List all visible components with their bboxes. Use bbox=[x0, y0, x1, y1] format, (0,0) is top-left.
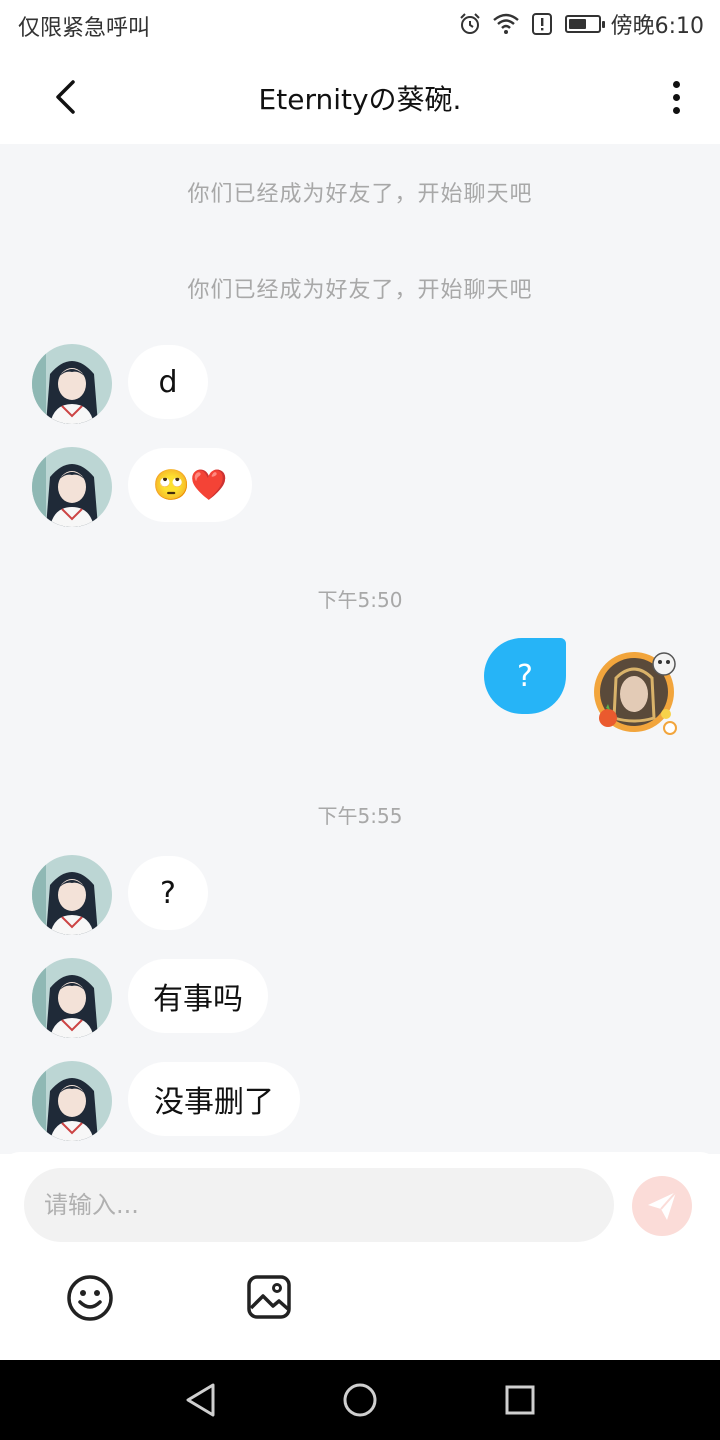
chat-title: Eternityの葵碗. bbox=[258, 83, 462, 116]
contact-avatar[interactable] bbox=[32, 855, 112, 935]
status-bar: 仅限紧急呼叫 傍晚6:10 bbox=[0, 0, 720, 50]
nav-home-button[interactable] bbox=[338, 1378, 382, 1422]
send-button[interactable] bbox=[632, 1176, 692, 1236]
alert-icon bbox=[529, 11, 555, 37]
circle-home-icon bbox=[343, 1383, 377, 1417]
system-nav-bar bbox=[0, 1360, 720, 1440]
incoming-message: d bbox=[128, 345, 208, 419]
status-icons: 傍晚6:10 bbox=[457, 8, 704, 40]
timestamp: 下午5:55 bbox=[317, 804, 403, 828]
clock: 傍晚6:10 bbox=[610, 14, 704, 39]
image-icon bbox=[247, 1275, 291, 1319]
nav-recents-button[interactable] bbox=[498, 1378, 542, 1422]
more-button[interactable] bbox=[656, 72, 696, 122]
input-panel bbox=[0, 1152, 720, 1360]
square-recents-icon bbox=[505, 1385, 535, 1415]
incoming-message: ? bbox=[128, 856, 208, 930]
triangle-back-icon bbox=[186, 1383, 215, 1417]
nav-back-button[interactable] bbox=[178, 1378, 222, 1422]
incoming-message: 🙄❤️ bbox=[128, 448, 252, 522]
contact-avatar[interactable] bbox=[32, 1061, 112, 1141]
system-message: 你们已经成为好友了，开始聊天吧 bbox=[187, 182, 533, 207]
my-avatar[interactable] bbox=[594, 648, 677, 735]
system-message: 你们已经成为好友了，开始聊天吧 bbox=[187, 278, 533, 303]
alarm-icon bbox=[457, 11, 483, 37]
more-vertical-icon bbox=[672, 80, 680, 88]
emoji-button[interactable] bbox=[66, 1274, 114, 1322]
contact-avatar[interactable] bbox=[32, 447, 112, 527]
contact-avatar[interactable] bbox=[32, 958, 112, 1038]
chat-area[interactable]: 你们已经成为好友了，开始聊天吧 你们已经成为好友了，开始聊天吧 d 🙄❤️ 下午… bbox=[0, 144, 720, 1154]
chat-header: Eternityの葵碗. bbox=[0, 50, 720, 144]
message-input[interactable] bbox=[24, 1168, 614, 1242]
carrier-status: 仅限紧急呼叫 bbox=[18, 16, 151, 41]
battery-icon bbox=[564, 15, 605, 33]
timestamp: 下午5:50 bbox=[317, 588, 403, 612]
send-icon bbox=[648, 1191, 677, 1220]
incoming-message: 有事吗 bbox=[128, 959, 268, 1033]
outgoing-message: ? bbox=[484, 638, 566, 714]
image-button[interactable] bbox=[246, 1274, 294, 1322]
incoming-message: 没事删了 bbox=[128, 1062, 300, 1136]
smiley-icon bbox=[67, 1275, 113, 1321]
contact-avatar[interactable] bbox=[32, 344, 112, 424]
wifi-icon bbox=[492, 11, 519, 37]
